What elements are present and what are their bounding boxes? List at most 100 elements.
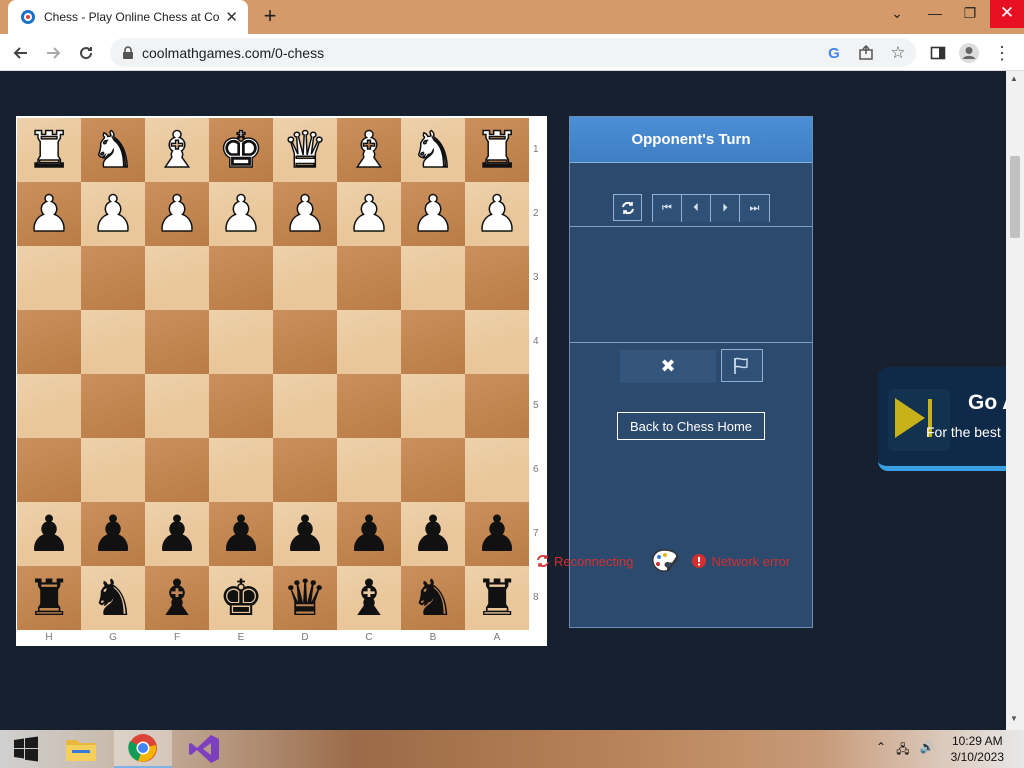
file-explorer-icon[interactable] <box>56 730 106 768</box>
board-square[interactable] <box>209 374 273 438</box>
board-square[interactable] <box>337 374 401 438</box>
minimize-button[interactable]: — <box>918 0 952 28</box>
white-chess-piece-icon[interactable]: ♜ <box>26 124 72 176</box>
board-square[interactable] <box>465 246 529 310</box>
last-move-icon[interactable]: ⏭ <box>740 195 769 222</box>
board-square[interactable] <box>81 246 145 310</box>
board-square[interactable] <box>273 374 337 438</box>
share-icon[interactable] <box>854 41 878 65</box>
black-chess-piece-icon[interactable]: ♟ <box>91 509 136 559</box>
board-square[interactable]: ♟ <box>273 502 337 566</box>
first-move-icon[interactable]: ⏮ <box>653 195 682 222</box>
board-square[interactable]: ♞ <box>81 566 145 630</box>
board-square[interactable]: ♚ <box>209 566 273 630</box>
black-chess-piece-icon[interactable]: ♟ <box>219 509 264 559</box>
board-square[interactable] <box>465 438 529 502</box>
board-square[interactable]: ♟ <box>465 182 529 246</box>
board-square[interactable]: ♝ <box>337 118 401 182</box>
black-chess-piece-icon[interactable]: ♝ <box>347 573 392 623</box>
browser-tab[interactable]: Chess - Play Online Chess at Coolmath Ga… <box>8 0 248 34</box>
tab-close-icon[interactable]: ✕ <box>225 8 238 26</box>
show-hidden-icons-chevron-icon[interactable]: ⌃ <box>876 740 886 761</box>
chess-board[interactable]: ♜ ♞ ♝ ♚ ♛ ♝ ♞ ♜ ♟ ♟ ♟ ♟ ♟ ♟ ♟ ♟ ♟ ♟ ♟ ♟ ♟ ♟ ♟ ♟ ♜ ♞ ♝ ♚ ♛ ♝ ♞ ♜ <box>17 118 529 630</box>
page-scrollbar[interactable]: ▲ ▼ <box>1006 71 1024 730</box>
network-icon[interactable]: 🖧 <box>896 740 909 761</box>
visual-studio-icon[interactable] <box>178 730 230 768</box>
board-square[interactable]: ♞ <box>401 118 465 182</box>
board-square[interactable]: ♝ <box>145 566 209 630</box>
white-chess-piece-icon[interactable]: ♟ <box>218 188 264 240</box>
white-chess-piece-icon[interactable]: ♞ <box>410 124 456 176</box>
board-square[interactable]: ♞ <box>81 118 145 182</box>
black-chess-piece-icon[interactable]: ♟ <box>155 509 200 559</box>
bookmark-star-icon[interactable]: ☆ <box>886 41 910 65</box>
board-square[interactable]: ♟ <box>401 182 465 246</box>
windows-start-icon[interactable] <box>0 730 52 768</box>
black-chess-piece-icon[interactable]: ♟ <box>475 509 520 559</box>
cancel-button[interactable]: ✖ <box>620 350 716 383</box>
board-square[interactable] <box>273 438 337 502</box>
board-square[interactable]: ♟ <box>465 502 529 566</box>
restore-button[interactable]: ❐ <box>953 0 987 28</box>
board-square[interactable] <box>145 310 209 374</box>
menu-kebab-icon[interactable]: ⋮ <box>990 41 1014 65</box>
black-chess-piece-icon[interactable]: ♚ <box>219 573 264 623</box>
advertisement-banner[interactable]: Go A For the best <box>878 367 1006 471</box>
board-square[interactable]: ♜ <box>17 118 81 182</box>
white-chess-piece-icon[interactable]: ♟ <box>474 188 520 240</box>
board-square[interactable]: ♜ <box>465 118 529 182</box>
google-icon[interactable]: G <box>822 41 846 65</box>
black-chess-piece-icon[interactable]: ♟ <box>347 509 392 559</box>
board-square[interactable] <box>465 310 529 374</box>
board-square[interactable]: ♛ <box>273 118 337 182</box>
resign-button[interactable] <box>721 349 763 382</box>
board-square[interactable] <box>145 438 209 502</box>
board-square[interactable] <box>401 438 465 502</box>
white-chess-piece-icon[interactable]: ♜ <box>474 124 520 176</box>
board-square[interactable]: ♚ <box>209 118 273 182</box>
new-tab-button[interactable]: + <box>258 4 282 28</box>
board-square[interactable] <box>273 310 337 374</box>
black-chess-piece-icon[interactable]: ♟ <box>27 509 72 559</box>
close-window-button[interactable]: ✕ <box>990 0 1024 28</box>
board-square[interactable]: ♟ <box>145 502 209 566</box>
board-square[interactable] <box>273 246 337 310</box>
board-square[interactable]: ♟ <box>81 502 145 566</box>
board-square[interactable]: ♟ <box>17 502 81 566</box>
back-to-chess-home-button[interactable]: Back to Chess Home <box>617 412 765 440</box>
white-chess-piece-icon[interactable]: ♚ <box>218 124 264 176</box>
board-square[interactable]: ♞ <box>401 566 465 630</box>
previous-move-icon[interactable]: ⏴ <box>682 195 711 222</box>
board-square[interactable] <box>81 310 145 374</box>
board-square[interactable]: ♟ <box>81 182 145 246</box>
board-square[interactable]: ♟ <box>209 502 273 566</box>
board-square[interactable] <box>401 374 465 438</box>
back-arrow-icon[interactable] <box>9 41 33 65</box>
white-chess-piece-icon[interactable]: ♟ <box>282 188 328 240</box>
board-square[interactable] <box>17 310 81 374</box>
board-square[interactable] <box>209 438 273 502</box>
side-panel-icon[interactable] <box>926 41 950 65</box>
white-chess-piece-icon[interactable]: ♟ <box>346 188 392 240</box>
board-square[interactable] <box>209 246 273 310</box>
board-square[interactable]: ♝ <box>337 566 401 630</box>
board-square[interactable]: ♛ <box>273 566 337 630</box>
board-square[interactable] <box>145 246 209 310</box>
tab-search-chevron-icon[interactable]: ⌄ <box>880 0 914 28</box>
scroll-up-icon[interactable]: ▲ <box>1010 74 1018 83</box>
white-chess-piece-icon[interactable]: ♝ <box>346 124 392 176</box>
white-chess-piece-icon[interactable]: ♞ <box>90 124 136 176</box>
board-square[interactable] <box>209 310 273 374</box>
white-chess-piece-icon[interactable]: ♟ <box>410 188 456 240</box>
black-chess-piece-icon[interactable]: ♞ <box>411 573 456 623</box>
white-chess-piece-icon[interactable]: ♟ <box>26 188 72 240</box>
chrome-taskbar-icon[interactable] <box>114 730 172 768</box>
board-square[interactable] <box>337 310 401 374</box>
board-square[interactable] <box>17 374 81 438</box>
board-square[interactable] <box>17 246 81 310</box>
board-square[interactable]: ♜ <box>17 566 81 630</box>
board-square[interactable] <box>81 438 145 502</box>
volume-icon[interactable]: 🔊 <box>919 740 934 761</box>
white-chess-piece-icon[interactable]: ♟ <box>90 188 136 240</box>
board-square[interactable]: ♝ <box>145 118 209 182</box>
